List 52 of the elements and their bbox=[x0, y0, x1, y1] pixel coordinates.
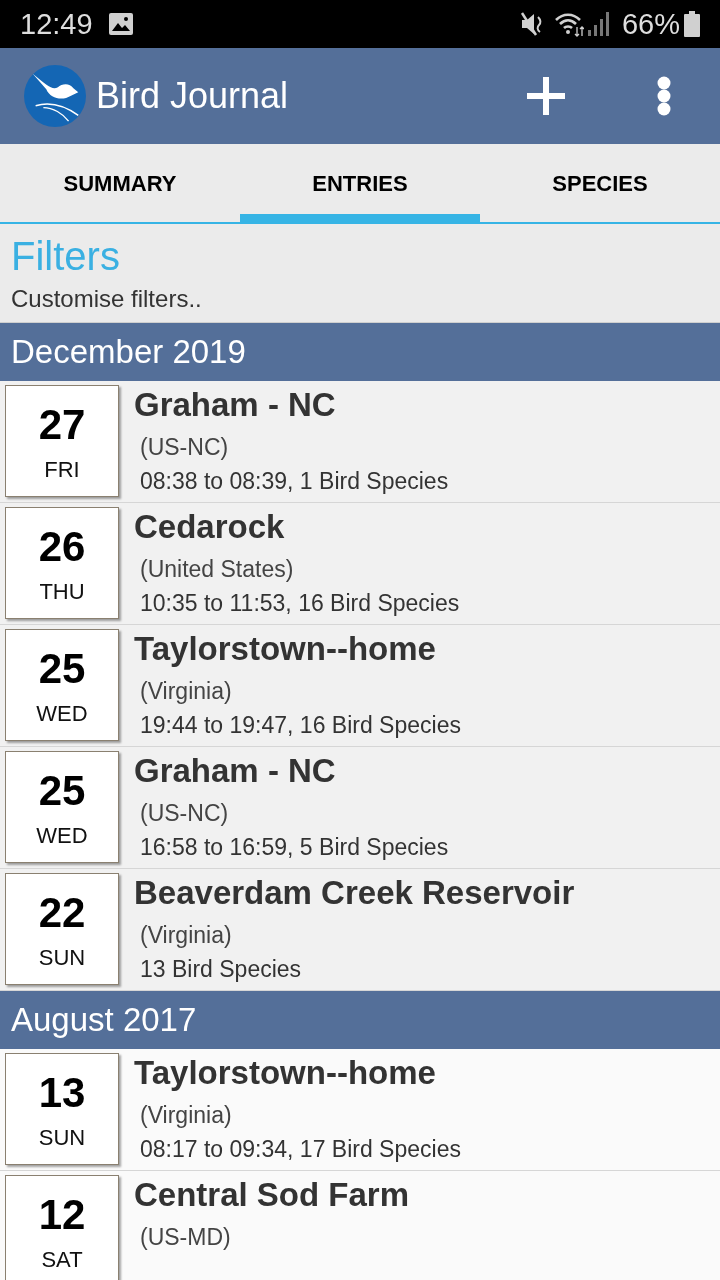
entry-details: 13 Bird Species bbox=[139, 955, 303, 984]
weekday: WED bbox=[36, 700, 88, 728]
day-number: 13 bbox=[38, 1068, 86, 1118]
battery-icon bbox=[684, 11, 700, 37]
plus-icon bbox=[527, 77, 565, 115]
weekday: FRI bbox=[44, 456, 80, 484]
entry-title: Graham - NC bbox=[134, 385, 337, 425]
battery-percent: 66% bbox=[621, 9, 680, 39]
entry-region: (US-NC) bbox=[139, 799, 230, 828]
app-title: Bird Journal bbox=[96, 78, 289, 114]
entry-title: Taylorstown--home bbox=[134, 1053, 437, 1093]
entry-region: (US-NC) bbox=[139, 433, 230, 462]
day-number: 25 bbox=[38, 644, 86, 694]
tab[interactable]: SPECIES bbox=[480, 144, 720, 222]
bird-logo-icon bbox=[24, 65, 86, 127]
day-number: 27 bbox=[38, 400, 86, 450]
entry-title: Central Sod Farm bbox=[134, 1175, 410, 1215]
entry-title: Taylorstown--home bbox=[134, 629, 437, 669]
entry-details: 10:35 to 11:53, 16 Bird Species bbox=[139, 589, 460, 618]
weekday: WED bbox=[36, 822, 88, 850]
weekday: SAT bbox=[41, 1246, 83, 1274]
entry-row[interactable]: 13 SUN Taylorstown--home (Virginia) 08:17 to 09:34, 17 Bird Species bbox=[0, 1049, 720, 1171]
entry-details: 19:44 to 19:47, 16 Bird Species bbox=[139, 711, 461, 740]
day-number: 25 bbox=[38, 766, 86, 816]
weekday: SUN bbox=[38, 1124, 86, 1152]
entry-title: Graham - NC bbox=[134, 751, 337, 791]
entry-details: 16:58 to 16:59, 5 Bird Species bbox=[139, 833, 449, 862]
day-number: 22 bbox=[38, 888, 86, 938]
tab[interactable]: SUMMARY bbox=[0, 144, 240, 222]
entry-title: Beaverdam Creek Reservoir bbox=[134, 873, 575, 913]
entry-region: (Virginia) bbox=[139, 677, 233, 706]
more-icon bbox=[657, 76, 671, 116]
entry-title: Cedarock bbox=[134, 507, 286, 547]
filters-title: Filters bbox=[11, 233, 120, 280]
signal-icon bbox=[587, 12, 610, 36]
entry-region: (United States) bbox=[139, 555, 295, 584]
day-number: 12 bbox=[38, 1190, 86, 1240]
entry-region: (US-MD) bbox=[139, 1223, 232, 1252]
month-header: December 2019 bbox=[0, 323, 720, 381]
weekday: SUN bbox=[38, 944, 86, 972]
status-time: 12:49 bbox=[20, 9, 93, 39]
day-number: 26 bbox=[38, 522, 86, 572]
entry-details: 08:38 to 08:39, 1 Bird Species bbox=[139, 467, 449, 496]
entry-region: (Virginia) bbox=[139, 921, 233, 950]
entry-row[interactable]: 12 SAT Central Sod Farm (US-MD) bbox=[0, 1171, 720, 1280]
weekday: THU bbox=[39, 578, 85, 606]
month-header: August 2017 bbox=[0, 991, 720, 1049]
entry-region: (Virginia) bbox=[139, 1101, 233, 1130]
image-icon bbox=[108, 13, 133, 35]
customise-filters-link[interactable]: Customise filters.. bbox=[11, 284, 202, 314]
entry-details: 08:17 to 09:34, 17 Bird Species bbox=[139, 1135, 461, 1164]
wifi-icon bbox=[553, 11, 584, 37]
